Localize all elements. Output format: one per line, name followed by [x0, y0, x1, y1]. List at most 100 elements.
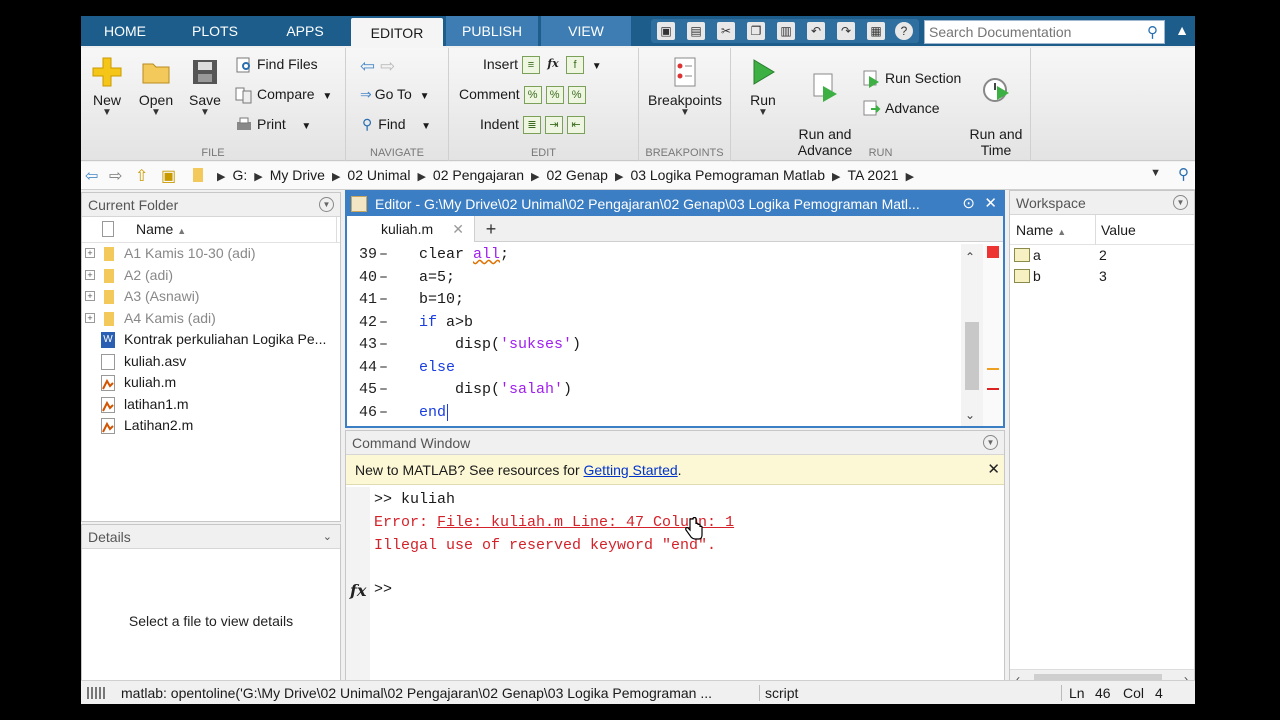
close-banner-icon[interactable]: ✕ [987, 455, 1000, 485]
find-button[interactable]: ⚲ Find ▼ [362, 116, 431, 133]
tab-editor[interactable]: EDITOR [351, 18, 443, 48]
advance-button[interactable]: Advance [863, 100, 939, 118]
workspace-value-header[interactable]: Value [1101, 222, 1136, 238]
copy-icon[interactable]: ❐ [747, 22, 765, 40]
tab-plots[interactable]: PLOTS [169, 16, 261, 46]
breakpoint-dash[interactable]: – [379, 334, 388, 357]
folder-list-item[interactable]: + A1 Kamis 10-30 (adi) [82, 243, 340, 265]
browse-folder-icon[interactable]: ▣ [161, 166, 176, 186]
run-and-time-button[interactable]: Run and Time [963, 56, 1029, 158]
line-number[interactable]: 43 [351, 334, 377, 357]
forward-icon[interactable]: ⇨ [109, 166, 122, 186]
switch-windows-icon[interactable]: ▦ [867, 22, 885, 40]
breakpoint-dash[interactable]: – [379, 357, 388, 380]
code-line[interactable]: 41– b=10; [347, 289, 961, 312]
up-one-level-icon[interactable]: ⇧ [135, 166, 148, 186]
command-window-body[interactable]: >> kuliah Error: File: kuliah.m Line: 47… [346, 487, 1004, 689]
line-number[interactable]: 39 [351, 244, 377, 267]
line-number[interactable]: 42 [351, 312, 377, 335]
run-button[interactable]: Run ▼ [745, 56, 781, 118]
workspace-variable-row[interactable]: b3 [1010, 266, 1194, 287]
folder-list-item[interactable]: kuliah.asv [82, 351, 340, 373]
code-line[interactable]: 45– disp('salah') [347, 379, 961, 402]
new-tab-plus-icon[interactable]: + [479, 216, 503, 242]
breakpoint-dash[interactable]: – [379, 244, 388, 267]
code-line[interactable]: 42– if a>b [347, 312, 961, 335]
help-icon[interactable]: ? [895, 22, 913, 40]
getting-started-link[interactable]: Getting Started [584, 462, 678, 478]
function-browser-icon[interactable]: fx [350, 581, 366, 600]
line-number[interactable]: 46 [351, 402, 377, 425]
open-button[interactable]: Open ▼ [135, 56, 177, 118]
comment-button[interactable]: Comment%%% [459, 86, 586, 105]
folder-list-item[interactable]: + A4 Kamis (adi) [82, 308, 340, 330]
command-prompt[interactable]: >> [374, 581, 392, 598]
breadcrumb-item[interactable]: 03 Logika Pemograman Matlab [630, 167, 825, 183]
collapse-toolstrip-icon[interactable]: ▲ [1175, 22, 1189, 38]
code-line[interactable]: 43– disp('sukses') [347, 334, 961, 357]
tab-home[interactable]: HOME [81, 16, 169, 46]
panel-menu-icon[interactable]: ▼ [983, 435, 998, 450]
error-marker[interactable] [987, 388, 999, 390]
folder-list-item[interactable]: latihan1.m [82, 394, 340, 416]
breadcrumb-item[interactable]: G: [232, 167, 247, 183]
line-number[interactable]: 45 [351, 379, 377, 402]
editor-vertical-scrollbar[interactable]: ⌃ ⌄ [961, 244, 983, 426]
warning-marker[interactable] [987, 368, 999, 370]
error-indicator-icon[interactable] [987, 246, 999, 258]
expand-icon[interactable]: + [85, 291, 95, 301]
panel-menu-icon[interactable]: ▼ [1173, 195, 1188, 210]
code-line[interactable]: 40– a=5; [347, 267, 961, 290]
insert-button[interactable]: Insert ≡ fx f ▼ [483, 56, 602, 75]
goto-button[interactable]: ⇒ Go To ▼ [360, 86, 430, 103]
search-documentation-input[interactable] [925, 21, 1125, 43]
folder-list-item[interactable]: W Kontrak perkuliahan Logika Pe... [82, 329, 340, 351]
breakpoint-dash[interactable]: – [379, 379, 388, 402]
arrow-right-icon[interactable]: ⇨ [380, 56, 395, 76]
redo-icon[interactable]: ↷ [837, 22, 855, 40]
compare-button[interactable]: Compare ▼ [235, 86, 332, 104]
tips-icon[interactable]: ▣ [657, 22, 675, 40]
file-tab-kuliah[interactable]: kuliah.m ✕ [347, 216, 475, 242]
tab-view[interactable]: VIEW [541, 16, 631, 46]
undo-icon[interactable]: ↶ [807, 22, 825, 40]
find-files-button[interactable]: Find Files [235, 56, 318, 74]
line-number[interactable]: 40 [351, 267, 377, 290]
workspace-name-header[interactable]: Name ▲ [1016, 222, 1066, 238]
run-and-advance-button[interactable]: Run and Advance [795, 56, 855, 158]
folder-list-item[interactable]: Latihan2.m [82, 415, 340, 437]
arrow-left-icon[interactable]: ⇦ [360, 56, 375, 76]
scroll-up-icon[interactable]: ⌃ [965, 250, 975, 264]
chevron-down-icon[interactable]: ⌄ [323, 525, 332, 549]
breakpoint-dash[interactable]: – [379, 312, 388, 335]
breadcrumb-item[interactable]: TA 2021 [847, 167, 898, 183]
editor-menu-icon[interactable]: ⊙ [962, 192, 975, 216]
close-tab-icon[interactable]: ✕ [452, 216, 464, 242]
breadcrumb-item[interactable]: 02 Unimal [347, 167, 410, 183]
folder-list-item[interactable]: kuliah.m [82, 372, 340, 394]
tab-publish[interactable]: PUBLISH [446, 16, 538, 46]
workspace-variable-row[interactable]: a2 [1010, 245, 1194, 266]
breadcrumb-item[interactable]: 02 Genap [546, 167, 608, 183]
folder-list-item[interactable]: + A3 (Asnawi) [82, 286, 340, 308]
search-folder-icon[interactable]: ⚲ [1178, 165, 1189, 183]
folder-list-item[interactable]: + A2 (adi) [82, 265, 340, 287]
line-number[interactable]: 41 [351, 289, 377, 312]
back-icon[interactable]: ⇦ [85, 166, 98, 186]
breakpoint-dash[interactable]: – [379, 289, 388, 312]
code-line[interactable]: 39– clear all; [347, 244, 961, 267]
address-dropdown-icon[interactable]: ▼ [1150, 167, 1161, 179]
breakpoint-dash[interactable]: – [379, 267, 388, 290]
cut-icon[interactable]: ✂ [717, 22, 735, 40]
name-column-header[interactable]: Name ▲ [136, 221, 186, 237]
print-button[interactable]: Print ▼ [235, 116, 311, 134]
tab-apps[interactable]: APPS [261, 16, 349, 46]
scrollbar-thumb[interactable] [965, 322, 979, 390]
breakpoint-dash[interactable]: – [379, 402, 388, 425]
expand-icon[interactable]: + [85, 269, 95, 280]
paste-icon[interactable]: ▥ [777, 22, 795, 40]
search-icon[interactable]: ⚲ [1147, 23, 1158, 41]
code-line[interactable]: 46– end [347, 402, 961, 425]
indent-button[interactable]: Indent ≣ ⇥ ⇤ [480, 116, 585, 135]
new-button[interactable]: New ▼ [87, 56, 127, 118]
